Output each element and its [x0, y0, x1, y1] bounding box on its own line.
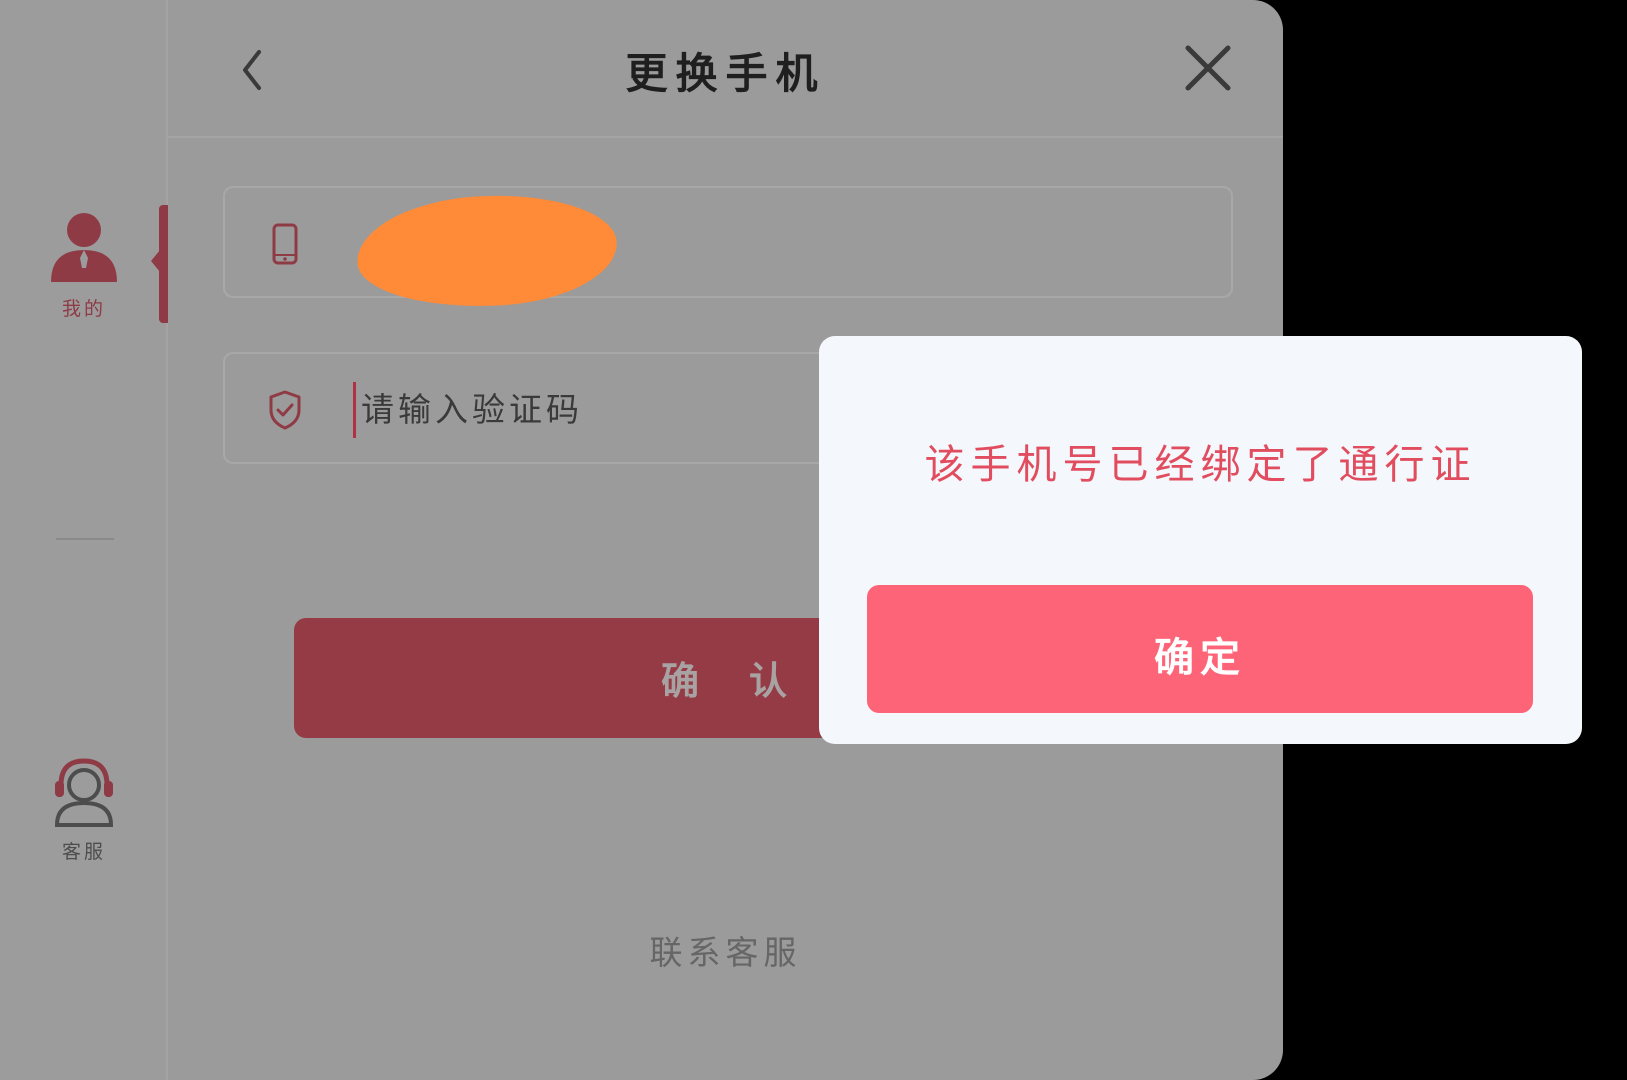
dialog-ok-button[interactable]: 确定: [867, 585, 1533, 713]
panel-header: 更换手机: [168, 0, 1283, 138]
alert-dialog: 该手机号已经绑定了通行证 确定: [819, 336, 1582, 744]
page-title: 更换手机: [625, 49, 826, 98]
active-indicator-notch: [151, 250, 160, 272]
user-icon: [51, 213, 117, 282]
shield-check-icon: [269, 390, 301, 430]
phone-icon: [272, 223, 298, 265]
close-button[interactable]: [1178, 38, 1238, 98]
close-icon: [1185, 45, 1231, 91]
sidebar-item-label: 客服: [61, 841, 106, 863]
sidebar-item-label: 我的: [61, 298, 106, 320]
contact-service-link[interactable]: 联系客服: [168, 926, 1283, 974]
redaction-mark: [354, 189, 620, 313]
sidebar-separator: [56, 538, 114, 540]
dialog-ok-label: 确定: [1154, 634, 1246, 681]
sidebar-item-service[interactable]: 客服: [0, 755, 168, 864]
phone-field[interactable]: [223, 186, 1233, 313]
headset-user-icon: [54, 758, 114, 827]
sidebar: 我的 客服: [0, 0, 169, 1080]
sidebar-item-mine[interactable]: 我的: [0, 210, 168, 321]
dialog-message: 该手机号已经绑定了通行证: [924, 442, 1477, 488]
